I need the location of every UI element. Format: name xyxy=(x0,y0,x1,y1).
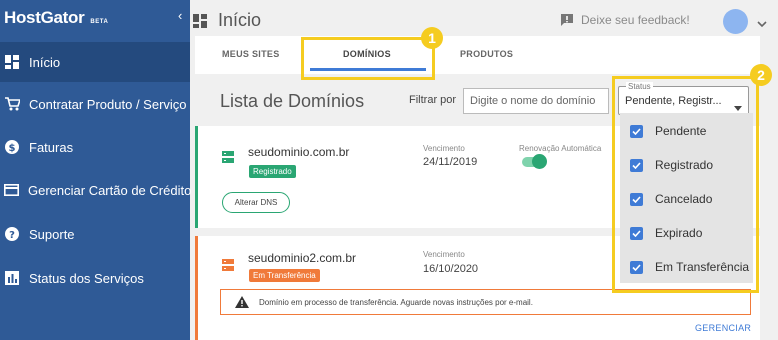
vencimento-label: Vencimento xyxy=(423,144,465,153)
top-header: Início Deixe seu feedback! xyxy=(190,0,778,40)
sidebar-item-suporte[interactable]: ? Suporte xyxy=(0,214,190,254)
tab-produtos[interactable]: PRODUTOS xyxy=(460,49,513,59)
highlight-box-status xyxy=(612,76,759,293)
dashboard-icon xyxy=(193,14,207,33)
avatar[interactable] xyxy=(723,9,748,34)
brand-name: HostGator xyxy=(4,8,85,27)
annotation-number: 2 xyxy=(750,64,772,86)
sidebar-item-cartao[interactable]: Gerenciar Cartão de Crédito xyxy=(0,170,192,210)
sidebar-item-label: Suporte xyxy=(29,226,75,242)
sidebar-item-inicio[interactable]: Início xyxy=(0,42,190,82)
page-title: Início xyxy=(218,10,262,30)
sidebar-item-label: Faturas xyxy=(29,139,74,155)
status-badge: Em Transferência xyxy=(249,269,320,282)
warning-icon xyxy=(235,296,249,308)
sidebar-item-status[interactable]: Status dos Serviços xyxy=(0,258,190,298)
toggle-knob xyxy=(532,154,547,169)
vencimento-date: 16/10/2020 xyxy=(423,263,479,275)
dashboard-icon xyxy=(4,54,20,70)
sidebar-item-label: Gerenciar Cartão de Crédito xyxy=(28,182,192,198)
cart-icon xyxy=(4,96,20,112)
list-title: Lista de Domínios xyxy=(220,91,365,111)
sidebar-item-faturas[interactable]: $ Faturas xyxy=(0,127,190,167)
brand-logo[interactable]: HostGator BETA xyxy=(4,8,108,28)
domain-name: seudominio.com.br xyxy=(248,145,350,159)
alterar-dns-button[interactable]: Alterar DNS xyxy=(222,192,290,213)
server-icon xyxy=(222,258,234,276)
highlight-box-dominios xyxy=(301,37,435,80)
tabs-bar: MEUS SITES DOMÍNIOS PRODUTOS xyxy=(195,36,760,74)
sidebar-item-label: Início xyxy=(29,54,61,70)
sidebar-item-label: Status dos Serviços xyxy=(29,270,144,286)
bar-chart-icon xyxy=(4,270,20,286)
feedback-icon xyxy=(561,14,573,26)
filter-label: Filtrar por xyxy=(409,94,457,106)
svg-text:?: ? xyxy=(9,230,15,241)
vencimento-label: Vencimento xyxy=(423,250,465,259)
auto-renew-label: Renovação Automática xyxy=(519,144,602,153)
sidebar-item-label: Contratar Produto / Serviço xyxy=(29,96,187,112)
beta-badge: BETA xyxy=(90,19,109,25)
chevron-down-icon[interactable] xyxy=(757,15,767,33)
alert-text: Domínio em processo de transferência. Ag… xyxy=(259,297,533,307)
annotation-number: 1 xyxy=(421,27,443,49)
feedback-label: Deixe seu feedback! xyxy=(581,13,690,27)
dollar-icon: $ xyxy=(4,139,20,155)
domain-search-input[interactable]: Digite o nome do domínio xyxy=(463,88,609,114)
collapse-sidebar-icon[interactable]: ‹ xyxy=(178,8,182,23)
svg-text:$: $ xyxy=(9,143,16,154)
gerenciar-link[interactable]: GERENCIAR xyxy=(695,323,751,333)
help-icon: ? xyxy=(4,226,20,242)
domain-name: seudominio2.com.br xyxy=(248,251,357,265)
status-badge: Registrado xyxy=(249,165,296,178)
vencimento-date: 24/11/2019 xyxy=(423,156,478,168)
sidebar-item-contratar[interactable]: Contratar Produto / Serviço xyxy=(0,84,190,124)
credit-card-icon xyxy=(4,182,19,198)
feedback-link[interactable]: Deixe seu feedback! xyxy=(560,13,690,27)
tab-meus-sites[interactable]: MEUS SITES xyxy=(222,49,280,59)
sidebar: HostGator BETA ‹ Início Contratar Produt… xyxy=(0,0,192,340)
server-icon xyxy=(222,150,234,168)
